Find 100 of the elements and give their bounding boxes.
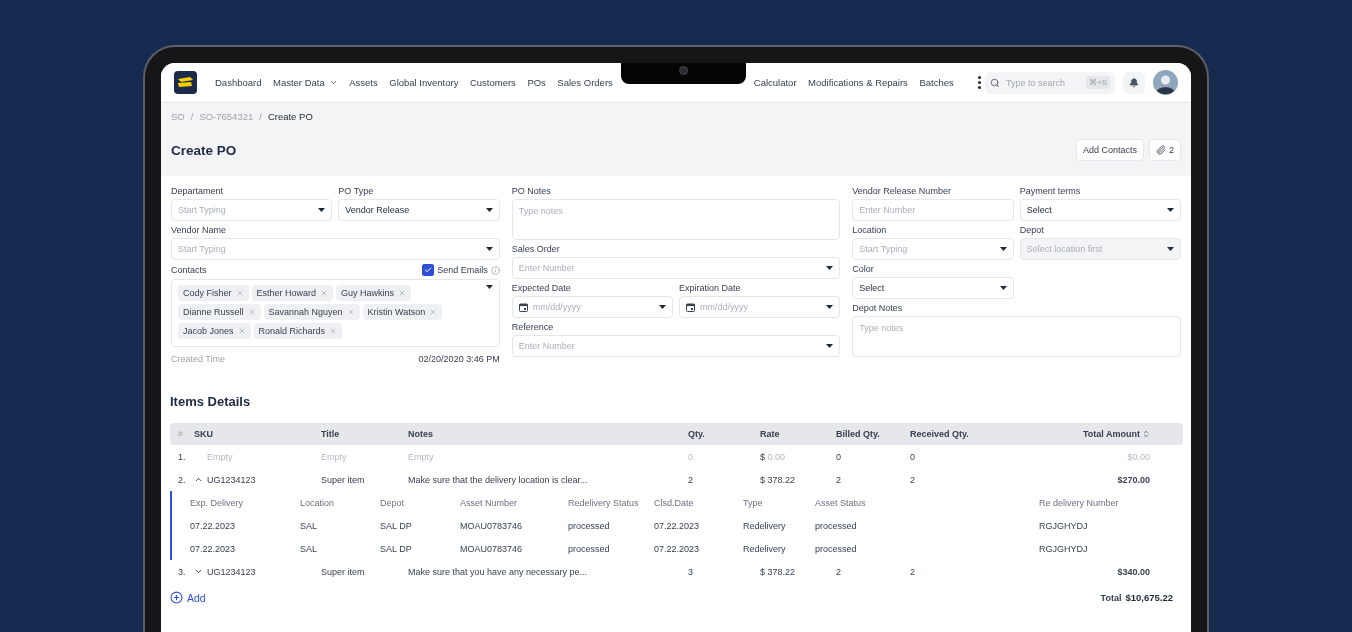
- expand-toggle[interactable]: [194, 567, 204, 576]
- column-header: Redelivery Status: [568, 497, 640, 508]
- nav-link[interactable]: POs: [527, 77, 546, 88]
- select-field[interactable]: Select: [852, 277, 1014, 299]
- table-cell-text: $270.00: [1116, 474, 1150, 485]
- nav-link[interactable]: Batches: [919, 77, 954, 88]
- caret-down-icon: [1167, 208, 1174, 212]
- column-header: #: [178, 429, 184, 439]
- table-cell-text: 07.22.2023: [654, 543, 701, 554]
- table-cell-text: $0.00: [1126, 451, 1150, 462]
- breadcrumb-separator: /: [259, 111, 262, 122]
- field-label: PO Type: [338, 186, 374, 196]
- caret-down-icon: [826, 344, 834, 348]
- info-icon: [490, 265, 500, 275]
- column-header: Clsd.Date: [654, 497, 695, 508]
- table-cell-text: 2: [910, 566, 916, 577]
- row-number: 3.: [178, 566, 187, 577]
- page-title: Create PO: [171, 142, 237, 158]
- check-icon: [424, 266, 433, 274]
- field-label: Expected Date: [511, 283, 571, 293]
- nav-link[interactable]: Master Data: [273, 77, 338, 88]
- table-cell-text: Make sure that you have any necessary pe...: [408, 566, 589, 577]
- remove-icon[interactable]: [346, 308, 355, 316]
- remove-icon[interactable]: [247, 308, 256, 316]
- column-header: Re delivery Number: [1039, 497, 1120, 508]
- remove-icon[interactable]: [237, 327, 246, 335]
- table-cell-text: RGJGHYDJ: [1039, 520, 1089, 531]
- table-cell: Empty: [207, 451, 233, 462]
- remove-icon[interactable]: [329, 327, 338, 335]
- field-label: Color: [852, 264, 874, 274]
- attachments-button[interactable]: 2: [1149, 139, 1181, 161]
- calendar-icon: [686, 302, 695, 312]
- add-button[interactable]: Add: [170, 591, 206, 604]
- notifications-button[interactable]: [1123, 71, 1145, 94]
- total-label: Total: [1100, 592, 1122, 603]
- field-label: Depot: [1019, 225, 1044, 235]
- column-header: Asset Number: [460, 497, 519, 508]
- contact-tag[interactable]: Esther Howard: [251, 285, 334, 301]
- table-cell-text: $340.00: [1116, 566, 1150, 577]
- table-cell-text: 2: [836, 566, 842, 577]
- contact-tag[interactable]: Kristin Watson: [362, 304, 443, 320]
- contact-tag[interactable]: Cody Fisher: [178, 285, 249, 301]
- add-contacts-button[interactable]: Add Contacts: [1075, 139, 1144, 161]
- column-header[interactable]: Total Amount: [1000, 429, 1150, 439]
- table-cell-text: processed: [568, 520, 611, 531]
- plus-circle-icon: [170, 591, 183, 604]
- column-header: Qty.: [688, 429, 706, 439]
- table-cell-text: $ 378.22: [760, 474, 797, 485]
- caret-down-icon: [826, 305, 834, 309]
- send-emails-checkbox[interactable]: Send Emails: [422, 264, 500, 276]
- table-cell-text: Empty: [408, 451, 435, 462]
- field-label: PO Notes: [511, 186, 551, 196]
- nav-link[interactable]: Modifications & Repairs: [808, 77, 908, 88]
- nav-link[interactable]: Sales Orders: [557, 77, 613, 88]
- remove-icon[interactable]: [429, 308, 438, 316]
- table-cell-text: Super item: [321, 474, 366, 485]
- table-cell: UG1234123: [207, 566, 256, 577]
- nav-link[interactable]: Customers: [469, 77, 516, 88]
- contact-tag[interactable]: Dianne Russell: [178, 304, 261, 320]
- table-cell-text: 07.22.2023: [654, 520, 701, 531]
- table-cell-text: 0: [836, 451, 842, 462]
- field-label: Vendor Release Number: [852, 186, 951, 196]
- caret-down-icon: [999, 247, 1007, 251]
- remove-icon[interactable]: [398, 289, 407, 297]
- table-cell-text: RGJGHYDJ: [1039, 543, 1089, 554]
- caret-down-icon: [826, 266, 834, 270]
- remove-icon[interactable]: [235, 289, 244, 297]
- table-cell: UG1234123: [207, 474, 256, 485]
- contact-tag[interactable]: Ronald Richards: [253, 323, 343, 339]
- nav-link[interactable]: Assets: [349, 77, 378, 88]
- select-field[interactable]: Vendor Release: [338, 199, 500, 221]
- field-label: Expiration Date: [679, 283, 741, 293]
- shortcut-badge: ⌘+S: [1086, 76, 1110, 89]
- contacts-field[interactable]: Cody Fisher Esther Howard Guy Hawkins Dianne Russell Savannah Nguyen Kristin Watson Jacob Jones Ronald Richards: [171, 279, 500, 347]
- column-header: Location: [300, 497, 336, 508]
- calendar-icon: [518, 302, 528, 312]
- nav-link[interactable]: Calculator: [753, 77, 797, 88]
- search-icon: [990, 77, 1000, 88]
- expand-toggle[interactable]: [194, 475, 204, 484]
- select-field[interactable]: Select: [1019, 199, 1181, 221]
- row-number: 2.: [178, 474, 187, 485]
- remove-icon[interactable]: [320, 289, 329, 297]
- table-cell-text: 2: [836, 474, 842, 485]
- table-cell-text: SAL: [300, 543, 318, 554]
- created-time-label: Created Time: [171, 354, 226, 364]
- nav-link[interactable]: Dashboard: [215, 77, 262, 88]
- avatar-icon[interactable]: [1153, 70, 1178, 95]
- nav-link[interactable]: Global Inventory: [389, 77, 459, 88]
- table-cell-text: Redelivery: [743, 520, 787, 531]
- contact-tag[interactable]: Jacob Jones: [178, 323, 251, 339]
- column-header: Title: [321, 429, 341, 439]
- contact-tag[interactable]: Savannah Nguyen: [263, 304, 360, 320]
- column-header: Received Qty.: [910, 429, 970, 439]
- breadcrumb-link[interactable]: Create PO: [267, 111, 313, 122]
- table-cell-text: SAL: [300, 520, 318, 531]
- search-field[interactable]: Type to search: [1004, 76, 1078, 89]
- table-cell-text: $ 378.22: [760, 566, 797, 577]
- column-header: Notes: [408, 429, 434, 439]
- contact-tag[interactable]: Guy Hawkins: [336, 285, 412, 301]
- table-cell-text: 0: [688, 451, 694, 462]
